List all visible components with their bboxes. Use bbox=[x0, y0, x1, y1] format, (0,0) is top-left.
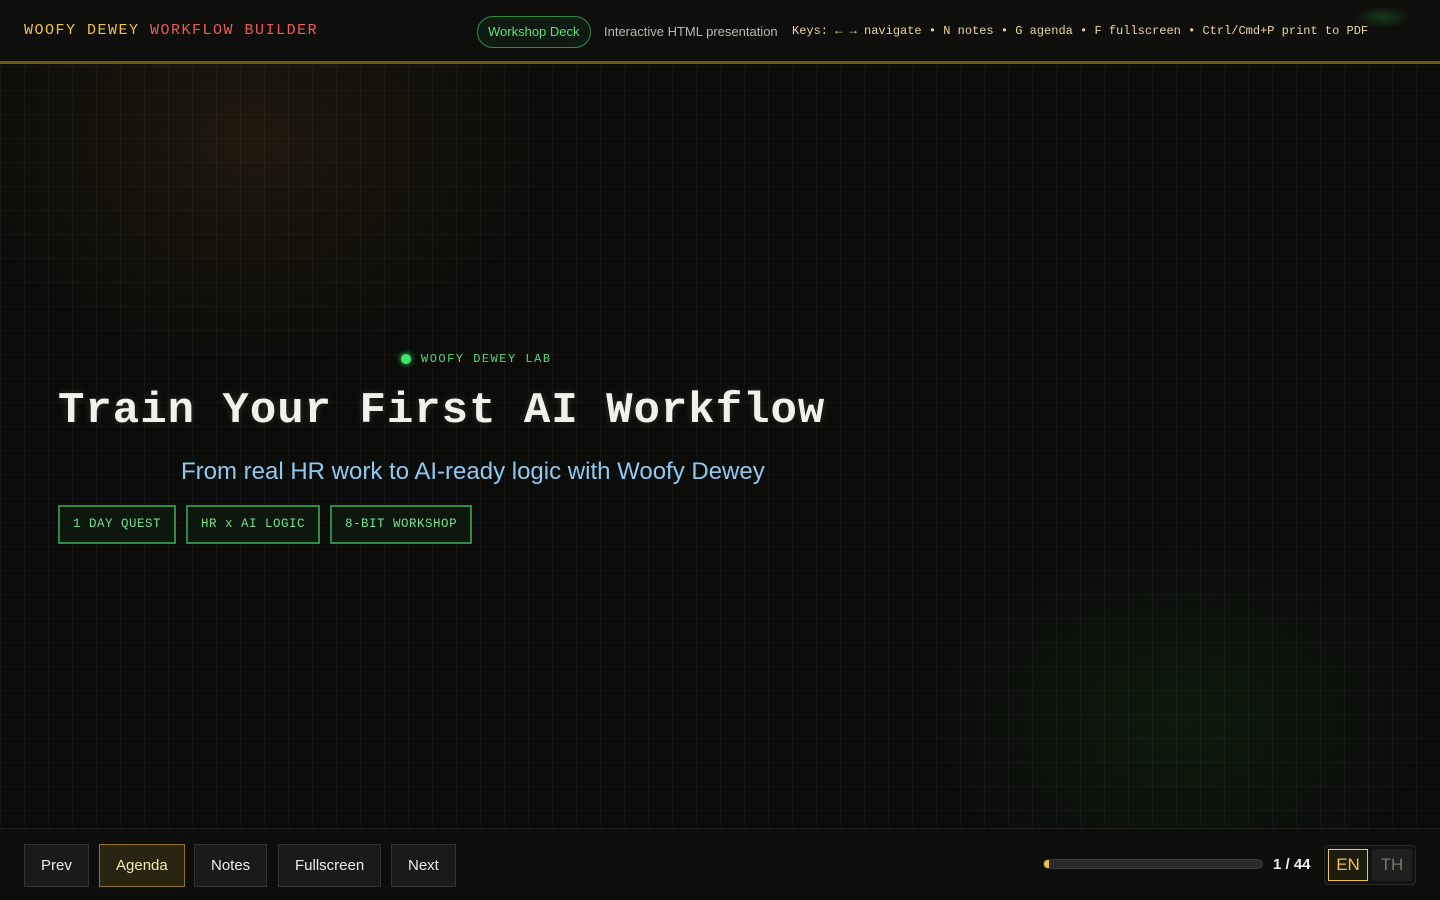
next-button[interactable]: Next bbox=[391, 844, 456, 887]
language-switcher: EN TH bbox=[1324, 845, 1416, 885]
slide-progress-bar bbox=[1043, 859, 1263, 869]
slide-title: Train Your First AI Workflow bbox=[58, 386, 826, 436]
corner-glow bbox=[1354, 6, 1412, 28]
status-dot-icon bbox=[401, 354, 411, 364]
chip-hr-ai-logic: HR x AI LOGIC bbox=[186, 505, 321, 544]
lab-tag-label: WOOFY DEWEY LAB bbox=[421, 352, 552, 366]
brand-product: WORKFLOW BUILDER bbox=[150, 22, 319, 39]
chip-day-quest: 1 DAY QUEST bbox=[58, 505, 177, 544]
tag-chips: 1 DAY QUEST HR x AI LOGIC 8-BIT WORKSHOP bbox=[58, 505, 473, 544]
notes-button[interactable]: Notes bbox=[194, 844, 268, 887]
top-bar: WOOFY DEWEY WORKFLOW BUILDER Workshop De… bbox=[0, 0, 1440, 64]
chip-8bit-workshop: 8-BIT WORKSHOP bbox=[330, 505, 473, 544]
agenda-button[interactable]: Agenda bbox=[99, 844, 185, 887]
slide-subtitle: From real HR work to AI-ready logic with… bbox=[181, 458, 765, 485]
keyboard-shortcuts-hint: Keys: ← → navigate • N notes • G agenda … bbox=[792, 24, 1369, 38]
lang-en-button[interactable]: EN bbox=[1328, 849, 1368, 881]
slide-progress-fill bbox=[1044, 860, 1049, 868]
brand-name: WOOFY DEWEY bbox=[24, 22, 140, 39]
deck-badge: Workshop Deck bbox=[477, 16, 591, 48]
presentation-page: WOOFY DEWEY WORKFLOW BUILDER Workshop De… bbox=[0, 0, 1440, 900]
brand-logo: WOOFY DEWEY WORKFLOW BUILDER bbox=[24, 22, 318, 39]
background-grid bbox=[0, 66, 1440, 828]
lang-th-button[interactable]: TH bbox=[1372, 849, 1412, 881]
lab-tag: WOOFY DEWEY LAB bbox=[401, 352, 552, 366]
deck-subtitle: Interactive HTML presentation bbox=[604, 24, 778, 39]
prev-button[interactable]: Prev bbox=[24, 844, 89, 887]
fullscreen-button[interactable]: Fullscreen bbox=[278, 844, 382, 887]
slide-counter: 1 / 44 bbox=[1273, 856, 1311, 873]
